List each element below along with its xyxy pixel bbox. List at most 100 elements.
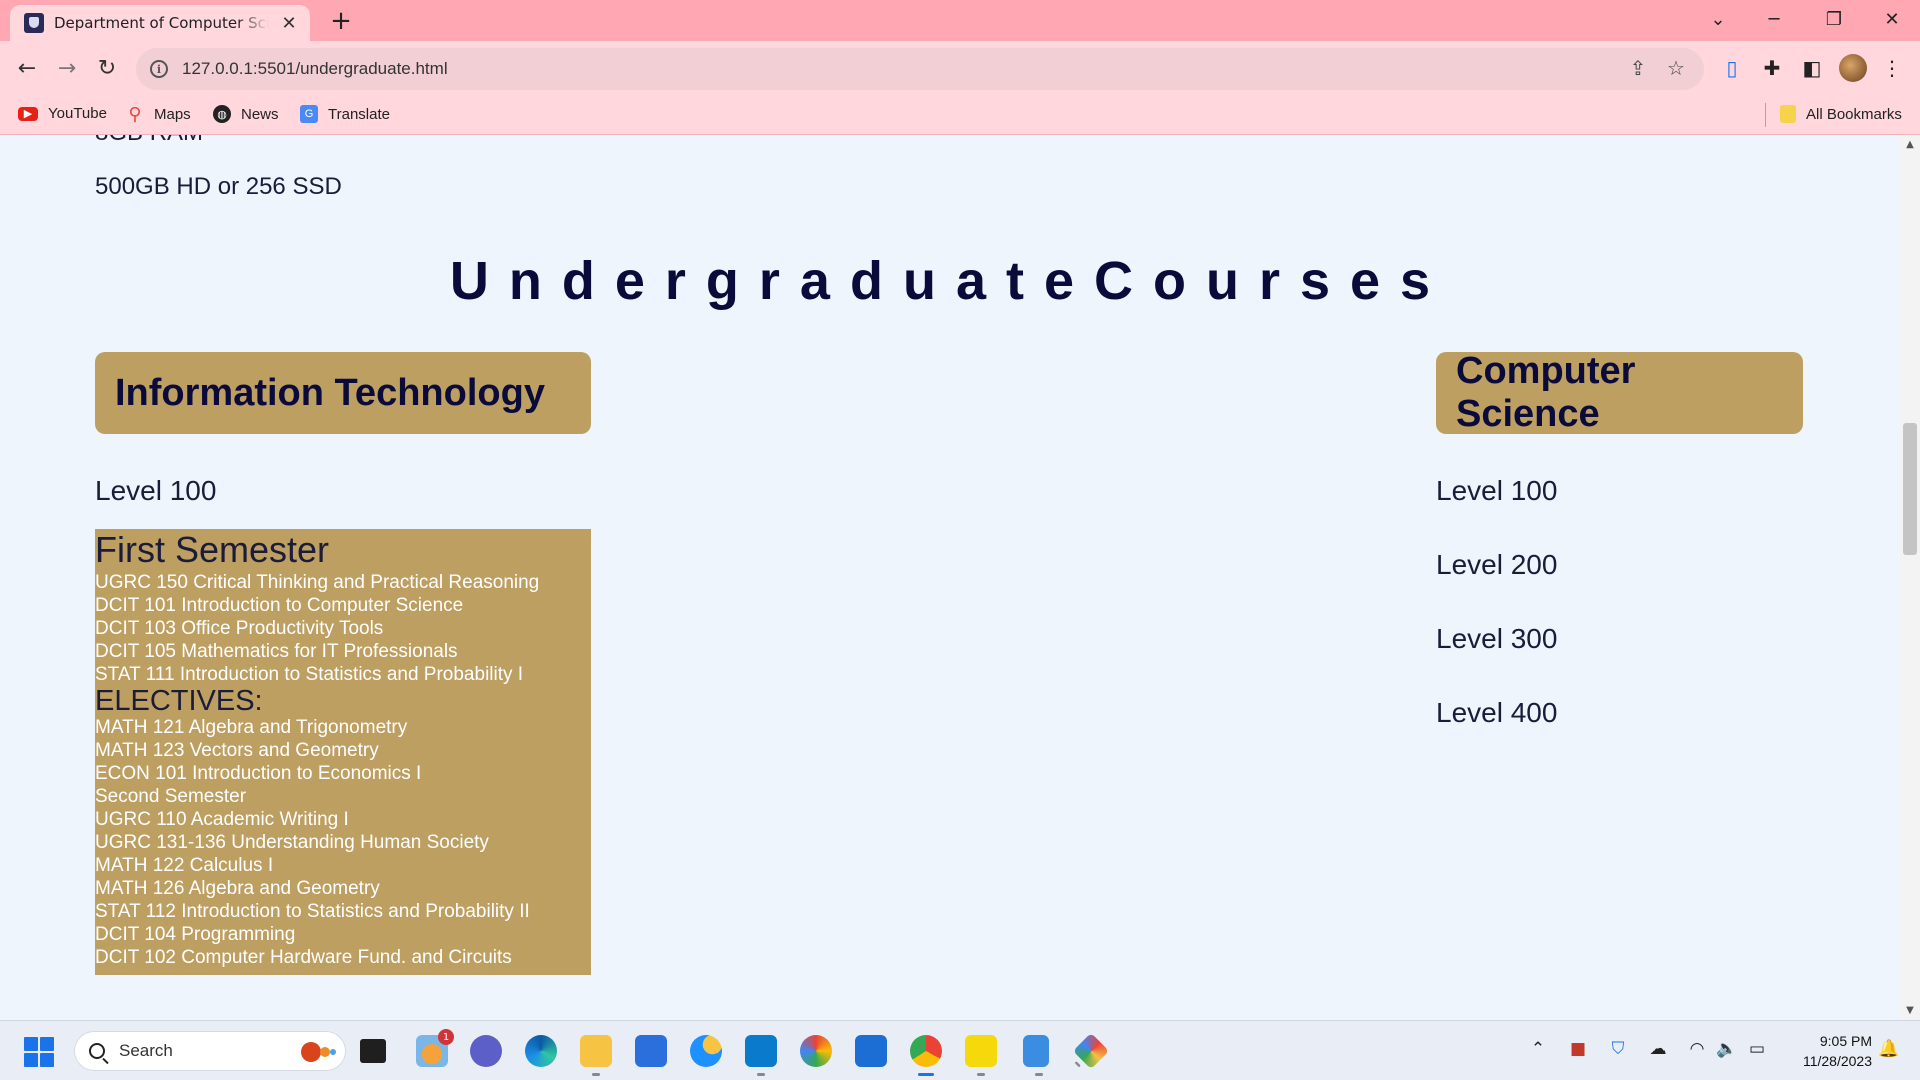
university-crest-icon [24, 13, 44, 33]
vscode-icon[interactable] [745, 1035, 777, 1076]
tab-strip: Department of Computer Science ✕ + ⌄ ─ ❐… [0, 0, 1920, 41]
task-view-icon[interactable] [360, 1039, 386, 1063]
onedrive-cloud-icon[interactable]: ☁ [1645, 1039, 1671, 1059]
course-item: DCIT 102 Computer Hardware Fund. and Cir… [95, 947, 512, 968]
all-bookmarks-folder[interactable]: All Bookmarks [1780, 105, 1902, 123]
bookmark-label: News [241, 105, 279, 123]
search-icon [89, 1043, 105, 1059]
bookmark-star-icon[interactable]: ☆ [1662, 56, 1690, 80]
page-title: UndergraduateCourses [449, 251, 1451, 311]
translate-icon: G [300, 105, 318, 123]
scroll-down-arrow-icon[interactable]: ▼ [1900, 1005, 1920, 1016]
back-arrow-icon[interactable]: ← [10, 51, 44, 85]
minimize-button[interactable]: ─ [1746, 0, 1802, 38]
taskbar-search[interactable]: Search [74, 1031, 346, 1071]
close-icon[interactable]: ✕ [278, 13, 300, 34]
maps-pin-icon: ⚲ [128, 103, 142, 124]
site-info-icon[interactable]: i [150, 60, 168, 78]
remote-desktop-icon[interactable] [855, 1035, 887, 1067]
browser-chrome: Department of Computer Science ✕ + ⌄ ─ ❐… [0, 0, 1920, 135]
edge-browser-icon[interactable] [525, 1035, 557, 1067]
restore-button[interactable]: ❐ [1806, 0, 1862, 38]
bookmark-label: Maps [154, 105, 191, 123]
bookmark-maps[interactable]: ⚲ Maps [126, 103, 191, 124]
first-semester-heading: First Semester [95, 529, 330, 570]
new-tab-button[interactable]: + [326, 6, 356, 36]
cs-level-400[interactable]: Level 400 [1436, 697, 1557, 729]
bookmark-youtube[interactable]: ▶ YouTube [18, 105, 107, 122]
bookmarks-bar: ▶ YouTube ⚲ Maps ◍ News G Translate All … [0, 97, 1920, 135]
cs-level-200[interactable]: Level 200 [1436, 549, 1557, 581]
windows-start-icon[interactable] [24, 1037, 54, 1067]
page-scrollbar[interactable]: ▲ ▼ [1900, 135, 1920, 1020]
bookmark-label: YouTube [48, 105, 107, 122]
bookmark-label: Translate [328, 105, 390, 123]
profile-avatar[interactable] [1839, 54, 1867, 82]
scroll-up-arrow-icon[interactable]: ▲ [1900, 139, 1920, 150]
chrome-alt-icon[interactable] [800, 1035, 832, 1067]
course-item: ECON 101 Introduction to Economics I [95, 763, 422, 784]
show-hidden-icons-chevron-icon[interactable]: ⌃ [1525, 1039, 1551, 1059]
help-app-icon[interactable] [690, 1035, 722, 1067]
youtube-icon: ▶ [18, 106, 38, 121]
it-level-100[interactable]: Level 100 [95, 475, 216, 507]
clock-time: 9:05 PM [1819, 1033, 1872, 1049]
windows-taskbar: Search 1 ⌃ ■ ⛉ ☁ ◠ 🔈 ▭ 9:05 PM 11/28/202… [0, 1020, 1920, 1080]
sticky-notes-icon[interactable] [965, 1035, 997, 1076]
menu-kebab-icon[interactable]: ⋮ [1877, 53, 1907, 83]
chrome-icon[interactable] [910, 1035, 942, 1076]
course-item: UGRC 131-136 Understanding Human Society [95, 832, 489, 853]
extensions-puzzle-icon[interactable]: ✚ [1757, 53, 1787, 83]
weather-icon[interactable]: 1 [416, 1029, 454, 1067]
it-department-button[interactable]: Information Technology [95, 352, 591, 434]
spec-ram: 8GB RAM [95, 135, 203, 147]
battery-icon[interactable]: ▭ [1744, 1039, 1770, 1059]
spec-storage: 500GB HD or 256 SSD [95, 173, 342, 200]
clock-date: 11/28/2023 [1802, 1053, 1872, 1069]
search-label: Search [119, 1041, 173, 1060]
notifications-bell-icon[interactable]: 🔔 [1876, 1039, 1902, 1059]
security-shield-icon[interactable]: ⛉ [1605, 1039, 1631, 1059]
notepad-icon[interactable] [1023, 1035, 1049, 1076]
close-window-button[interactable]: ✕ [1864, 0, 1920, 38]
microsoft-store-icon[interactable] [635, 1035, 667, 1067]
course-item: STAT 111 Introduction to Statistics and … [95, 664, 524, 685]
bookmark-translate[interactable]: G Translate [300, 105, 390, 123]
it-course-list: First Semester UGRC 150 Critical Thinkin… [95, 529, 591, 975]
tab-search-chevron-icon[interactable]: ⌄ [1690, 0, 1746, 38]
git-app-icon[interactable] [1072, 1032, 1110, 1070]
scrollbar-thumb[interactable] [1903, 423, 1917, 555]
course-item: UGRC 150 Critical Thinking and Practical… [95, 572, 540, 593]
side-panel-icon[interactable]: ◧ [1797, 53, 1827, 83]
office-tray-icon[interactable]: ■ [1565, 1039, 1591, 1059]
course-item: DCIT 103 Office Productivity Tools [95, 618, 384, 639]
file-explorer-icon[interactable] [580, 1035, 612, 1076]
cs-level-300[interactable]: Level 300 [1436, 623, 1557, 655]
course-item: STAT 112 Introduction to Statistics and … [95, 901, 530, 922]
search-highlight-icon [301, 1042, 336, 1062]
course-item: MATH 121 Algebra and Trigonometry [95, 717, 408, 738]
cs-level-100[interactable]: Level 100 [1436, 475, 1557, 507]
tab-title: Department of Computer Science [54, 14, 269, 32]
bookmark-news[interactable]: ◍ News [213, 105, 279, 123]
notification-badge: 1 [438, 1029, 454, 1045]
taskbar-clock[interactable]: 9:05 PM 11/28/2023 [1782, 1031, 1872, 1071]
course-item: DCIT 104 Programming [95, 924, 296, 945]
course-item: MATH 126 Algebra and Geometry [95, 878, 380, 899]
forward-arrow-icon[interactable]: → [50, 51, 84, 85]
reload-icon[interactable]: ↻ [90, 51, 124, 85]
wifi-icon[interactable]: ◠ [1684, 1039, 1710, 1059]
course-item: DCIT 105 Mathematics for IT Professional… [95, 641, 458, 662]
course-item: MATH 123 Vectors and Geometry [95, 740, 379, 761]
bookmarks-divider [1765, 103, 1766, 127]
extension-reader-icon[interactable]: ▯ [1717, 53, 1747, 83]
globe-icon: ◍ [213, 105, 231, 123]
share-icon[interactable]: ⇪ [1624, 56, 1652, 80]
url-text: 127.0.0.1:5501/undergraduate.html [182, 59, 448, 78]
address-bar[interactable]: i 127.0.0.1:5501/undergraduate.html ⇪ ☆ [136, 48, 1704, 90]
teams-chat-icon[interactable] [470, 1035, 502, 1067]
tab-department[interactable]: Department of Computer Science ✕ [10, 5, 310, 41]
cs-department-button[interactable]: Computer Science [1436, 350, 1803, 435]
volume-icon[interactable]: 🔈 [1714, 1039, 1740, 1059]
folder-icon [1780, 105, 1796, 123]
